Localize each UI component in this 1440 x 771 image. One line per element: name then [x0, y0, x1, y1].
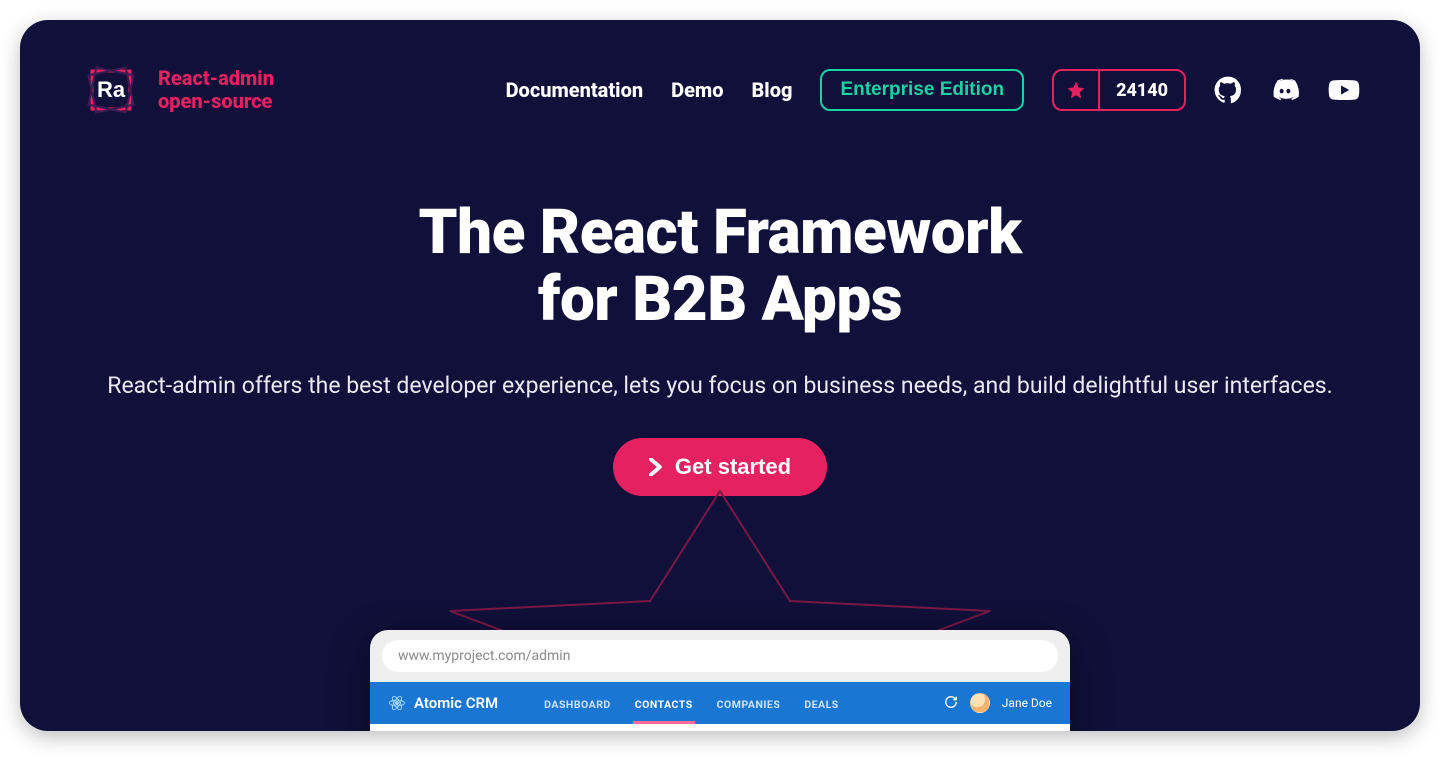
demo-app-right: Jane Doe	[944, 693, 1052, 713]
star-icon	[1054, 71, 1100, 109]
nav-demo[interactable]: Demo	[671, 78, 723, 102]
github-stars-pill[interactable]: 24140	[1052, 69, 1186, 111]
demo-preview-window: www.myproject.com/admin Atomic CRM DASHB…	[370, 630, 1070, 731]
demo-app-name: Atomic CRM	[414, 694, 498, 712]
primary-nav: Documentation Demo Blog Enterprise Editi…	[506, 69, 1360, 111]
hero-section: The React Framework for B2B Apps React-a…	[20, 130, 1420, 496]
brand-line1: React-admin	[158, 66, 274, 90]
demo-app-tabs: DASHBOARD CONTACTS COMPANIES DEALS	[542, 684, 841, 723]
nav-blog[interactable]: Blog	[751, 78, 792, 102]
logo-mark: Ra	[80, 59, 142, 121]
get-started-button[interactable]: Get started	[613, 438, 827, 496]
demo-user-name[interactable]: Jane Doe	[1002, 696, 1052, 710]
page-root: Ra React-admin open-source Documentation…	[20, 20, 1420, 731]
logo-text: React-admin open-source	[158, 67, 274, 113]
avatar[interactable]	[970, 693, 990, 713]
site-header: Ra React-admin open-source Documentation…	[20, 20, 1420, 130]
browser-urlbar: www.myproject.com/admin	[370, 630, 1070, 682]
tab-dashboard[interactable]: DASHBOARD	[542, 684, 613, 723]
hero-subtitle-text: React-admin offers the best developer ex…	[107, 372, 1332, 399]
discord-icon[interactable]	[1270, 75, 1300, 105]
youtube-icon[interactable]	[1328, 74, 1360, 106]
browser-url[interactable]: www.myproject.com/admin	[382, 640, 1058, 672]
cta-label: Get started	[675, 454, 791, 480]
tab-contacts[interactable]: CONTACTS	[633, 684, 695, 723]
github-stars-count: 24140	[1100, 80, 1184, 101]
hero-subtitle: React-admin offers the best developer ex…	[20, 370, 1420, 402]
enterprise-edition-button[interactable]: Enterprise Edition	[820, 69, 1024, 111]
tab-companies[interactable]: COMPANIES	[715, 684, 783, 723]
demo-list-toolbar: SORT BY LAST SEEN DESCENDING EXPORT NEW …	[370, 724, 1070, 731]
tab-deals[interactable]: DEALS	[802, 684, 840, 723]
hero-title-line2: for B2B Apps	[538, 263, 902, 336]
chevron-right-icon	[649, 458, 663, 476]
nav-documentation[interactable]: Documentation	[506, 78, 644, 102]
svg-text:Ra: Ra	[97, 77, 126, 102]
brand-line2: open-source	[158, 89, 272, 113]
demo-app-brand[interactable]: Atomic CRM	[388, 694, 498, 712]
hero-title-line1: The React Framework	[418, 196, 1021, 269]
logo-link[interactable]: Ra React-admin open-source	[80, 59, 274, 121]
refresh-icon[interactable]	[944, 695, 958, 712]
demo-app-topbar: Atomic CRM DASHBOARD CONTACTS COMPANIES …	[370, 682, 1070, 724]
hero-title: The React Framework for B2B Apps	[20, 200, 1420, 334]
atom-icon	[388, 694, 406, 712]
github-icon[interactable]	[1214, 76, 1242, 104]
